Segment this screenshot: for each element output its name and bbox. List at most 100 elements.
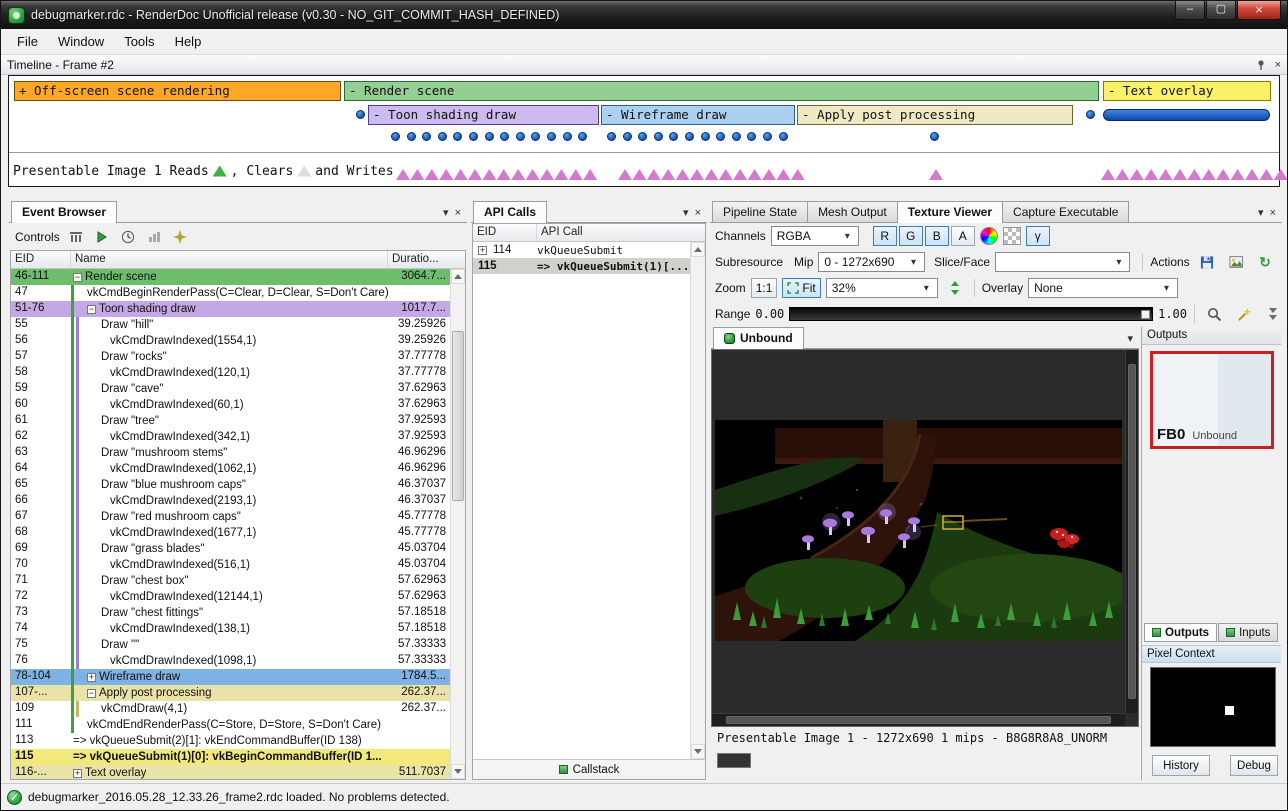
- tree-expander[interactable]: −: [73, 273, 82, 282]
- timeline-write-triangle[interactable]: [733, 169, 747, 180]
- toolbar-overflow-icon[interactable]: [1269, 308, 1277, 320]
- event-row[interactable]: 116-...+Text overlay511.7037: [11, 765, 450, 779]
- event-row[interactable]: 71Draw "chest box"57.62963: [11, 573, 450, 589]
- timeline-write-triangle[interactable]: [526, 169, 540, 180]
- timeline-close-icon[interactable]: ×: [1275, 60, 1281, 70]
- event-row[interactable]: 58vkCmdDrawIndexed(120,1)37.77778: [11, 365, 450, 381]
- timeline-marker-bar[interactable]: - Wireframe draw: [601, 105, 795, 125]
- timeline-write-triangle[interactable]: [929, 169, 943, 180]
- event-row[interactable]: 111vkCmdEndRenderPass(C=Store, D=Store, …: [11, 717, 450, 733]
- timeline-write-triangle[interactable]: [704, 169, 718, 180]
- title-bar[interactable]: debugmarker.rdc - RenderDoc Unofficial r…: [1, 1, 1287, 29]
- tree-expander[interactable]: +: [87, 673, 96, 682]
- column-name[interactable]: Name: [71, 251, 388, 268]
- timeline-write-triangle[interactable]: [425, 169, 439, 180]
- timeline-write-triangle[interactable]: [776, 169, 790, 180]
- event-browser-scrollbar[interactable]: [450, 269, 465, 779]
- event-row[interactable]: 109vkCmdDraw(4,1)262.37...: [11, 701, 450, 717]
- event-row[interactable]: 57Draw "rocks"37.77778: [11, 349, 450, 365]
- event-row[interactable]: 69Draw "grass blades"45.03704: [11, 541, 450, 557]
- stats-icon[interactable]: [145, 228, 164, 246]
- timeline-event-dot[interactable]: [930, 132, 939, 141]
- minimize-button[interactable]: –: [1175, 1, 1205, 20]
- texture-viewport[interactable]: [711, 349, 1139, 727]
- timeline-write-triangle[interactable]: [1115, 169, 1129, 180]
- pin-icon[interactable]: [1256, 59, 1267, 70]
- channel-g-button[interactable]: G: [899, 226, 923, 246]
- zoom-range-icon[interactable]: [1202, 304, 1227, 324]
- timeline-event-dot[interactable]: [747, 132, 756, 141]
- timeline-event-dot[interactable]: [453, 132, 462, 141]
- event-row[interactable]: 74vkCmdDrawIndexed(138,1)57.18518: [11, 621, 450, 637]
- zoom-level-dropdown[interactable]: 32% ▾: [826, 278, 938, 298]
- timeline-write-triangle[interactable]: [690, 169, 704, 180]
- scroll-up-icon[interactable]: [451, 269, 465, 284]
- bookmark-icon[interactable]: [171, 228, 190, 246]
- tree-expander[interactable]: −: [87, 689, 96, 698]
- event-row[interactable]: 62vkCmdDrawIndexed(342,1)37.92593: [11, 429, 450, 445]
- tab-mesh-output[interactable]: Mesh Output: [807, 201, 898, 222]
- export-icon[interactable]: [67, 228, 86, 246]
- debug-button[interactable]: Debug: [1230, 755, 1278, 776]
- timeline-write-triangle[interactable]: [583, 169, 597, 180]
- timeline-write-triangle[interactable]: [1202, 169, 1216, 180]
- menu-item-file[interactable]: File: [7, 30, 48, 53]
- timeline-write-triangle[interactable]: [540, 169, 554, 180]
- event-row[interactable]: 72vkCmdDrawIndexed(12144,1)57.62963: [11, 589, 450, 605]
- timeline-canvas[interactable]: Presentable Image 1 Reads , Clears and W…: [8, 75, 1280, 187]
- timeline-marker-bar[interactable]: - Toon shading draw: [368, 105, 599, 125]
- timeline-event-dot[interactable]: [716, 132, 725, 141]
- api-call-row[interactable]: 115=> vkQueueSubmit(1)[...: [473, 258, 690, 274]
- event-row[interactable]: 61Draw "tree"37.92593: [11, 413, 450, 429]
- timeline-event-dot[interactable]: [391, 132, 400, 141]
- maximize-button[interactable]: ▢: [1206, 1, 1236, 20]
- texture-list-dropdown-icon[interactable]: ▾: [1127, 334, 1133, 344]
- timeline-write-triangle[interactable]: [1216, 169, 1230, 180]
- timeline-write-triangle[interactable]: [1259, 169, 1273, 180]
- timeline-write-triangle[interactable]: [1231, 169, 1245, 180]
- event-row[interactable]: 67Draw "red mushroom caps"45.77778: [11, 509, 450, 525]
- timeline-write-triangle[interactable]: [661, 169, 675, 180]
- tab-event-browser[interactable]: Event Browser: [11, 201, 117, 223]
- viewport-horizontal-scrollbar[interactable]: [712, 713, 1125, 726]
- channel-a-button[interactable]: A: [951, 226, 975, 246]
- channel-r-button[interactable]: R: [873, 226, 897, 246]
- event-row[interactable]: 66vkCmdDrawIndexed(2193,1)46.37037: [11, 493, 450, 509]
- column-duration[interactable]: Duratio...: [388, 251, 465, 268]
- menu-item-tools[interactable]: Tools: [114, 30, 164, 53]
- panel-menu-icon[interactable]: ▾: [443, 208, 449, 218]
- timeline-write-triangle[interactable]: [569, 169, 583, 180]
- timeline-write-triangle[interactable]: [618, 169, 632, 180]
- timeline-event-dot[interactable]: [531, 132, 540, 141]
- autofit-wand-icon[interactable]: [1232, 304, 1257, 324]
- timeline-event-dot[interactable]: [356, 110, 365, 119]
- panel-close-icon[interactable]: ×: [695, 208, 701, 218]
- tree-expander[interactable]: +: [73, 769, 82, 778]
- scroll-thumb[interactable]: [726, 716, 1111, 724]
- scroll-thumb[interactable]: [452, 331, 464, 501]
- tree-expander[interactable]: −: [87, 305, 96, 314]
- timeline-merged-events-pill[interactable]: [1103, 109, 1270, 121]
- event-row[interactable]: 55Draw "hill"39.25926: [11, 317, 450, 333]
- timeline-write-triangle[interactable]: [1159, 169, 1173, 180]
- tab-api-calls[interactable]: API Calls: [473, 201, 547, 223]
- timeline-event-dot[interactable]: [578, 132, 587, 141]
- range-white-handle[interactable]: [1141, 310, 1150, 319]
- range-min-value[interactable]: 0.00: [755, 307, 784, 321]
- scroll-down-icon[interactable]: [451, 764, 465, 779]
- tab-inputs[interactable]: Inputs: [1218, 623, 1278, 642]
- color-wheel-icon[interactable]: [980, 227, 998, 245]
- timeline-event-dot[interactable]: [469, 132, 478, 141]
- scroll-thumb[interactable]: [1128, 364, 1136, 699]
- timeline-write-triangle[interactable]: [719, 169, 733, 180]
- viewport-vertical-scrollbar[interactable]: [1125, 350, 1138, 713]
- event-row[interactable]: 68vkCmdDrawIndexed(1677,1)45.77778: [11, 525, 450, 541]
- event-row[interactable]: 78-104+Wireframe draw1784.5...: [11, 669, 450, 685]
- event-row[interactable]: 113=> vkQueueSubmit(2)[1]: vkEndCommandB…: [11, 733, 450, 749]
- scroll-up-icon[interactable]: [691, 242, 705, 257]
- timeline-event-dot[interactable]: [547, 132, 556, 141]
- timeline-event-dot[interactable]: [623, 132, 632, 141]
- timeline-event-dot[interactable]: [654, 132, 663, 141]
- event-row[interactable]: 46-111−Render scene3064.7...: [11, 269, 450, 285]
- timeline-event-dot[interactable]: [607, 132, 616, 141]
